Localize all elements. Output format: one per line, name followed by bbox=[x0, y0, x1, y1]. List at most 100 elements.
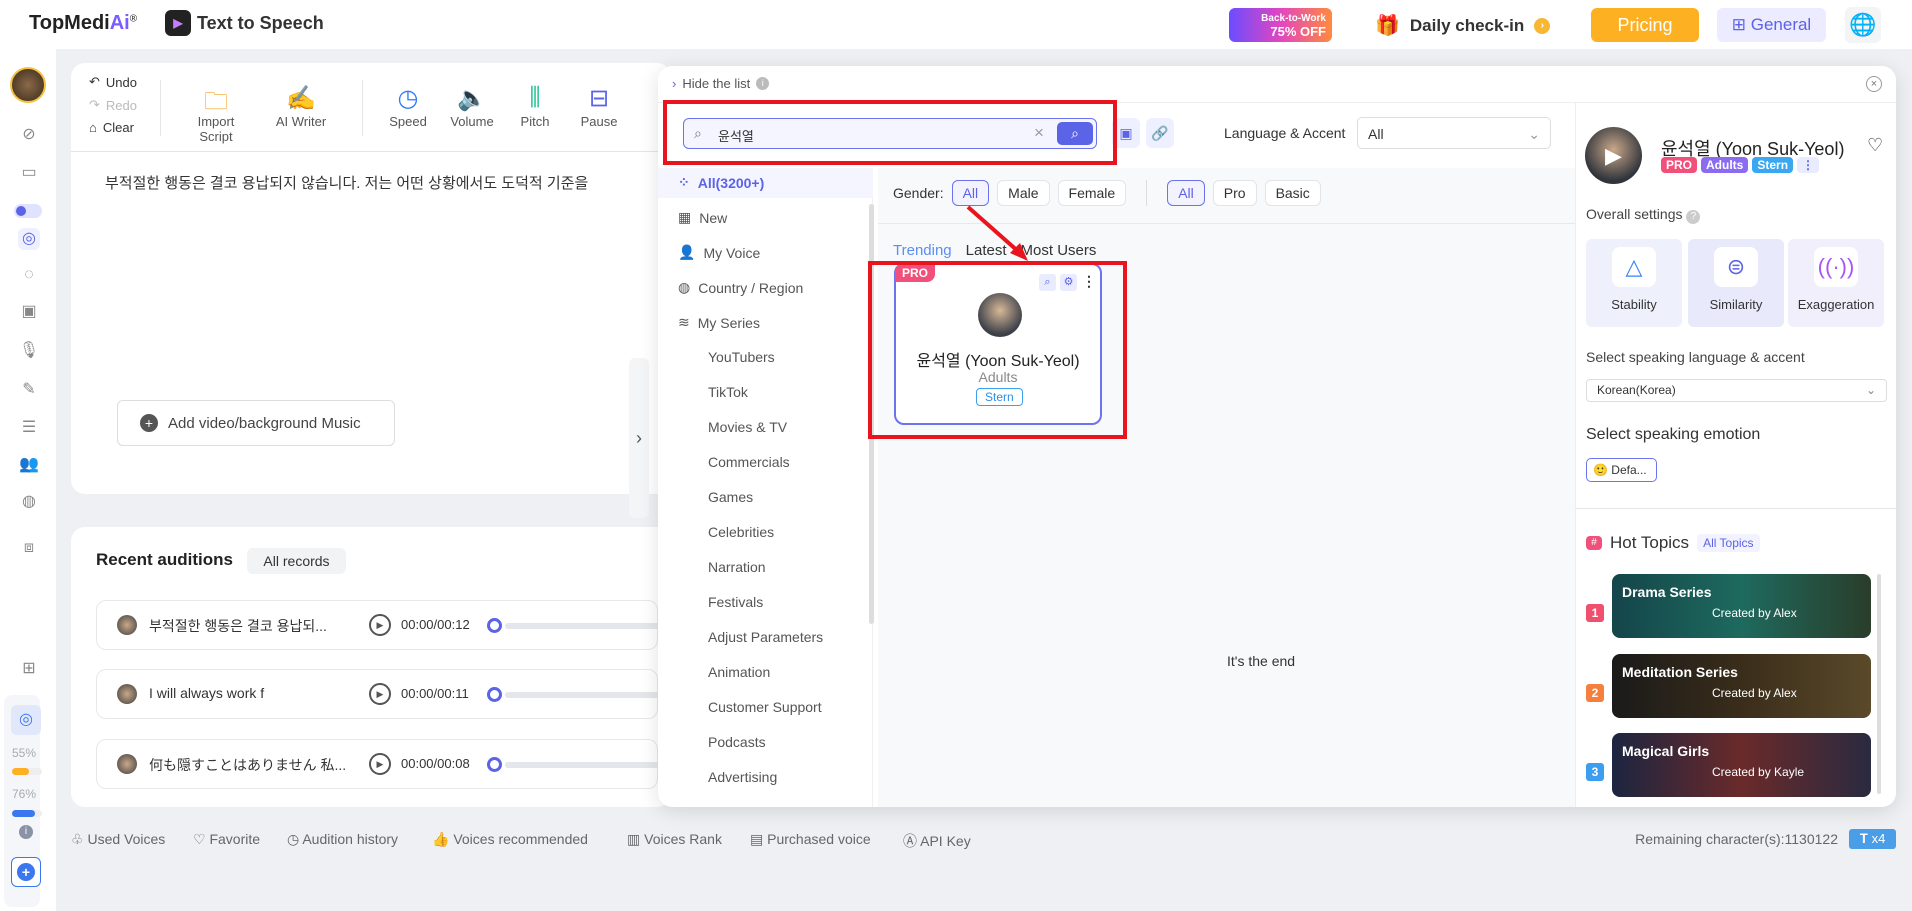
user-avatar[interactable] bbox=[10, 67, 46, 103]
progress-knob[interactable] bbox=[487, 618, 502, 633]
promo-banner[interactable]: Back-to-Work 75% OFF bbox=[1229, 8, 1332, 42]
gender-female[interactable]: Female bbox=[1057, 180, 1127, 206]
hide-list-button[interactable]: › Hide the list i bbox=[672, 76, 770, 91]
hashtag-icon: # bbox=[1586, 536, 1602, 550]
category-my-voice[interactable]: 👤 My Voice bbox=[678, 244, 760, 261]
voice-preview-play-icon[interactable]: ▶ bbox=[1585, 127, 1642, 184]
favorite-heart-icon[interactable]: ♡ bbox=[1867, 135, 1883, 156]
expand-chevron-icon[interactable]: › bbox=[629, 358, 649, 518]
redo-button[interactable]: ↷ Redo bbox=[89, 97, 137, 113]
multiplier-label: x4 bbox=[1871, 831, 1886, 846]
series-item[interactable]: Movies & TV bbox=[708, 419, 787, 435]
series-item[interactable]: Celebrities bbox=[708, 524, 774, 540]
voices-rank-link[interactable]: ▥ Voices Rank bbox=[627, 831, 722, 848]
favorite-link[interactable]: ♡ Favorite bbox=[193, 831, 260, 848]
close-icon[interactable]: × bbox=[1866, 76, 1882, 92]
pricing-button[interactable]: Pricing bbox=[1591, 8, 1699, 42]
topic-card-drama-series[interactable]: Drama Series Created by Alex bbox=[1612, 574, 1871, 638]
topic-card-meditation-series[interactable]: Meditation Series Created by Alex bbox=[1612, 654, 1871, 718]
add-button[interactable]: + bbox=[11, 857, 41, 887]
brand-logo[interactable]: TopMediAi® bbox=[29, 12, 137, 35]
all-topics-link[interactable]: All Topics bbox=[1697, 534, 1760, 552]
series-item[interactable]: YouTubers bbox=[708, 349, 775, 365]
more-tags-icon[interactable]: ⋮ bbox=[1797, 157, 1820, 173]
api-key-link[interactable]: Ⓐ API Key bbox=[903, 831, 971, 851]
tts-nav-icon[interactable]: ◎ bbox=[18, 228, 40, 250]
audition-row[interactable]: 부적절한 행동은 결코 용납되... ▶ 00:00/00:12 bbox=[96, 600, 665, 650]
series-item[interactable]: Festivals bbox=[708, 594, 763, 610]
users-icon[interactable]: 👥 bbox=[18, 454, 40, 476]
category-new[interactable]: ▦ New bbox=[678, 209, 727, 226]
category-all[interactable]: ⁘ All(3200+) bbox=[678, 174, 764, 191]
folder-icon[interactable]: ▭ bbox=[18, 162, 40, 184]
toolbox-icon[interactable]: ⧈ bbox=[18, 537, 40, 559]
series-item[interactable]: Games bbox=[708, 489, 753, 505]
clear-button[interactable]: ⌂ Clear bbox=[89, 120, 134, 135]
pause-button[interactable]: ⊟ Pause bbox=[564, 84, 634, 129]
progress-track[interactable] bbox=[505, 692, 665, 698]
audition-history-link[interactable]: ◷ Audition history bbox=[287, 831, 398, 848]
waveform-icon[interactable]: ◌ bbox=[18, 264, 40, 286]
progress-track[interactable] bbox=[505, 623, 665, 629]
globe-icon[interactable]: ◍ bbox=[18, 491, 40, 513]
tier-basic[interactable]: Basic bbox=[1264, 180, 1321, 206]
speed-button[interactable]: ◷ Speed bbox=[373, 84, 443, 129]
series-item[interactable]: Customer Support bbox=[708, 699, 822, 715]
link-icon[interactable]: 🔗 bbox=[1146, 118, 1174, 148]
similarity-setting[interactable]: ⊜ Similarity bbox=[1688, 239, 1784, 327]
multiplier-badge[interactable]: 𝐓 x4 bbox=[1849, 829, 1896, 849]
editor-text[interactable]: 부적절한 행동은 결코 용납되지 않습니다. 저는 어떤 상황에서도 도덕적 기… bbox=[105, 172, 658, 193]
voice-changer-icon[interactable]: ▣ bbox=[18, 301, 40, 323]
play-icon[interactable]: ▶ bbox=[369, 683, 391, 705]
language-globe-icon[interactable]: 🌐 bbox=[1845, 7, 1881, 43]
topics-scrollbar[interactable] bbox=[1877, 574, 1881, 794]
ai-tool-icon[interactable]: ⊘ bbox=[18, 124, 40, 146]
used-voices-link[interactable]: ♧ Used Voices bbox=[71, 831, 165, 848]
emotion-default-button[interactable]: 🙂 Defa... bbox=[1586, 458, 1657, 482]
tab-trending[interactable]: Trending bbox=[893, 242, 952, 259]
topic-card-magical-girls[interactable]: Magical Girls Created by Kayle bbox=[1612, 733, 1871, 797]
category-my-series[interactable]: ≋ My Series bbox=[678, 314, 760, 331]
play-icon[interactable]: ▶ bbox=[369, 753, 391, 775]
plus-icon: + bbox=[17, 863, 35, 881]
import-script-button[interactable]: 🗀 Import Script bbox=[181, 84, 251, 144]
progress-knob[interactable] bbox=[487, 757, 502, 772]
voices-recommended-link[interactable]: 👍 Voices recommended bbox=[432, 831, 588, 848]
tier-pro[interactable]: Pro bbox=[1212, 180, 1257, 206]
volume-button[interactable]: 🔈 Volume bbox=[437, 84, 507, 129]
pen-icon[interactable]: ✎ bbox=[18, 379, 40, 401]
language-accent-select[interactable]: All ⌄ bbox=[1357, 117, 1551, 149]
purchased-voice-link[interactable]: ▤ Purchased voice bbox=[750, 831, 871, 848]
add-music-button[interactable]: + Add video/background Music bbox=[117, 400, 395, 446]
stability-setting[interactable]: △ Stability bbox=[1586, 239, 1682, 327]
play-icon[interactable]: ▶ bbox=[369, 614, 391, 636]
series-item[interactable]: TikTok bbox=[708, 384, 748, 400]
info-icon[interactable]: i bbox=[19, 825, 33, 839]
microphone-icon[interactable]: 🎙 bbox=[18, 340, 40, 362]
ai-writer-button[interactable]: ✍ AI Writer bbox=[266, 84, 336, 129]
document-icon[interactable]: ☰ bbox=[18, 417, 40, 439]
audition-row[interactable]: 何も隠すことはありません 私... ▶ 00:00/00:08 bbox=[96, 739, 665, 789]
series-item[interactable]: Podcasts bbox=[708, 734, 766, 750]
series-item[interactable]: Commercials bbox=[708, 454, 790, 470]
speaking-language-select[interactable]: Korean(Korea) ⌄ bbox=[1586, 379, 1887, 402]
general-button[interactable]: ⊞ General bbox=[1717, 8, 1826, 42]
tier-all[interactable]: All bbox=[1167, 180, 1205, 206]
progress-track[interactable] bbox=[505, 762, 665, 768]
pitch-button[interactable]: ⫼ Pitch bbox=[500, 84, 570, 129]
series-item[interactable]: Writer bbox=[708, 804, 745, 807]
series-item[interactable]: Narration bbox=[708, 559, 766, 575]
series-item[interactable]: Advertising bbox=[708, 769, 777, 785]
all-records-button[interactable]: All records bbox=[247, 548, 346, 574]
toggle-switch[interactable] bbox=[14, 204, 42, 218]
apps-grid-icon[interactable]: ⊞ bbox=[18, 658, 40, 680]
series-item[interactable]: Adjust Parameters bbox=[708, 629, 823, 645]
help-icon[interactable]: ? bbox=[1686, 210, 1701, 224]
daily-checkin[interactable]: 🎁 Daily check-in › bbox=[1375, 13, 1551, 38]
series-item[interactable]: Animation bbox=[708, 664, 770, 680]
category-country-region[interactable]: ◍ Country / Region bbox=[678, 279, 803, 296]
undo-button[interactable]: ↶ Undo bbox=[89, 74, 137, 90]
audition-row[interactable]: I will always work f ▶ 00:00/00:11 bbox=[96, 669, 665, 719]
exaggeration-setting[interactable]: ((·)) Exaggeration bbox=[1788, 239, 1884, 327]
progress-knob[interactable] bbox=[487, 687, 502, 702]
